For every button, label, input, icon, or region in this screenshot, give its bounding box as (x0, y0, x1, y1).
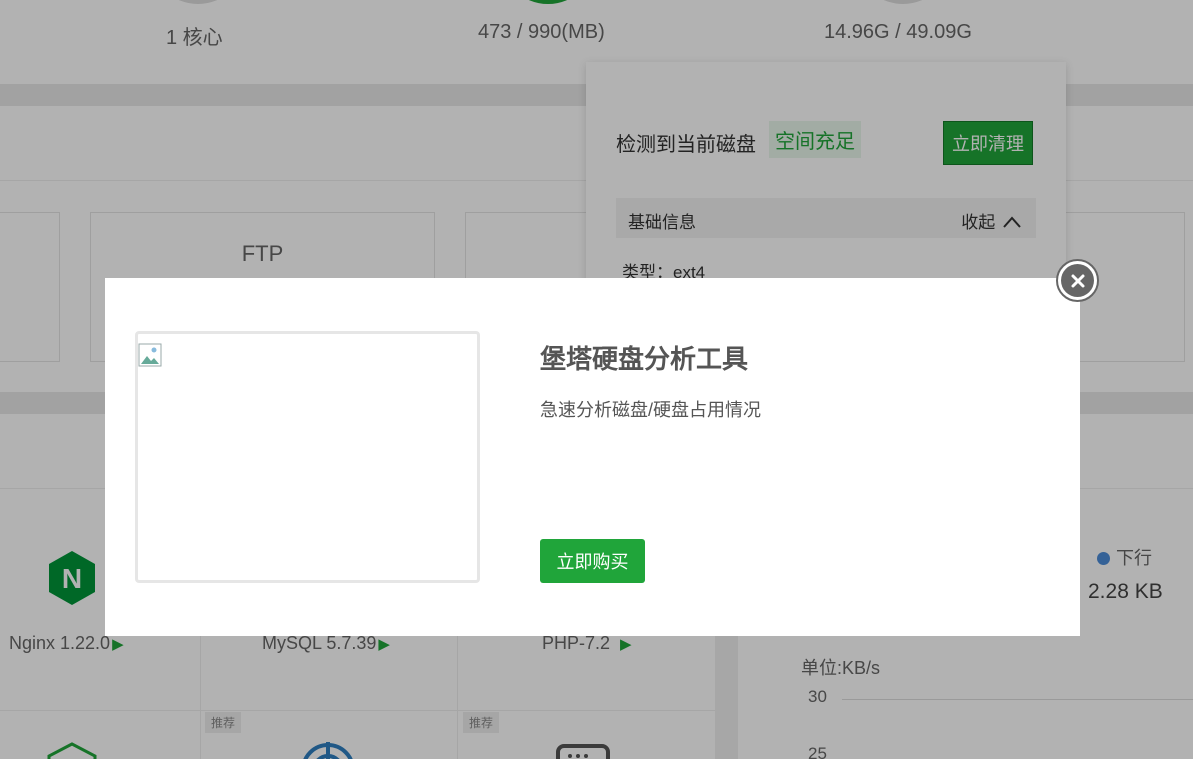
product-preview (135, 331, 480, 583)
disk-analysis-modal: 堡塔硬盘分析工具 急速分析磁盘/硬盘占用情况 立即购买 (105, 278, 1080, 636)
modal-description: 急速分析磁盘/硬盘占用情况 (540, 400, 761, 420)
close-button[interactable] (1056, 259, 1099, 302)
broken-image-icon (138, 343, 166, 371)
buy-now-button[interactable]: 立即购买 (540, 539, 645, 583)
close-icon (1061, 264, 1094, 297)
modal-title: 堡塔硬盘分析工具 (540, 344, 749, 374)
